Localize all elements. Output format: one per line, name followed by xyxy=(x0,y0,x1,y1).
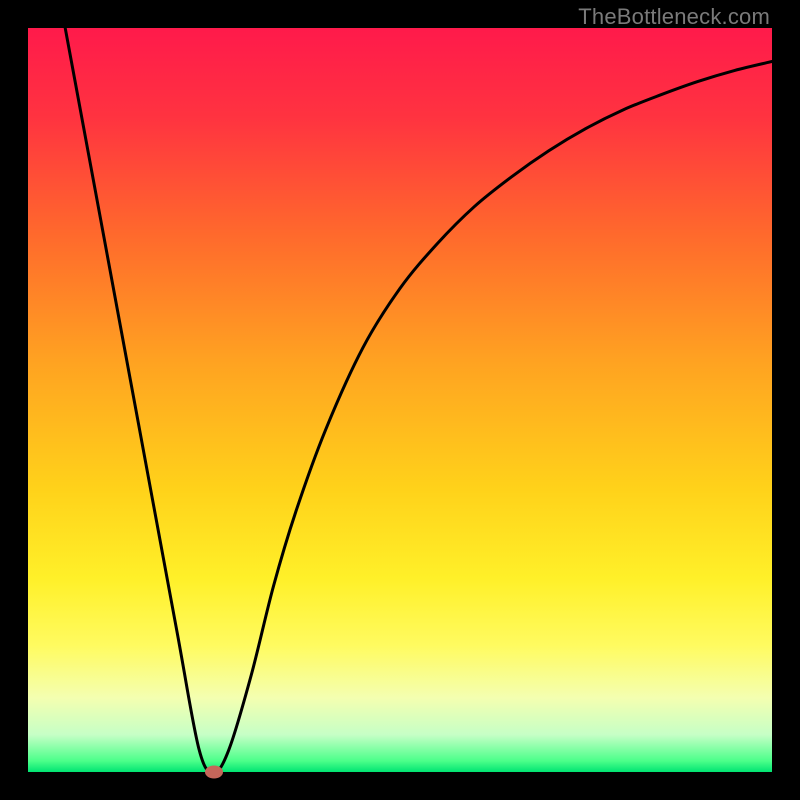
optimal-point-marker xyxy=(205,766,223,779)
bottleneck-curve xyxy=(28,28,772,772)
plot-area xyxy=(28,28,772,772)
watermark-text: TheBottleneck.com xyxy=(578,4,770,30)
chart-canvas: TheBottleneck.com xyxy=(0,0,800,800)
